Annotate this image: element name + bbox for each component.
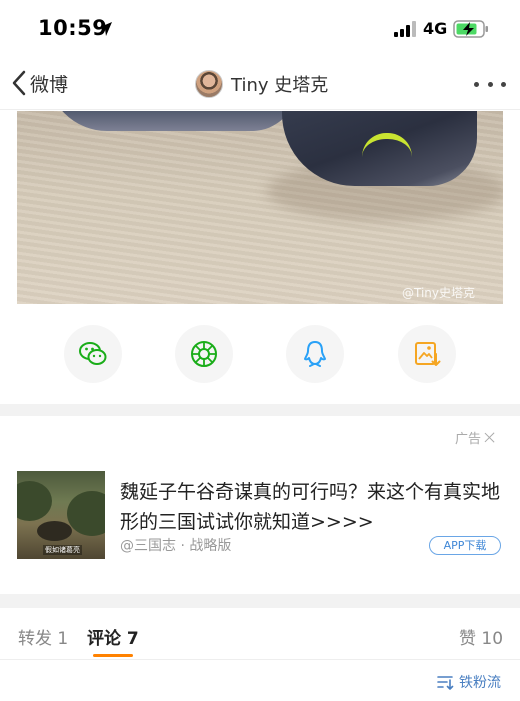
section-divider [0,404,520,416]
page-title: Tiny 史塔克 [231,75,329,96]
more-dot-icon [474,81,479,87]
comment-sort-button[interactable]: 铁粉流 [437,672,501,692]
network-type: 4G [423,19,448,38]
moments-icon [191,341,217,367]
share-qq-button[interactable] [286,325,344,383]
ad-thumbnail[interactable]: 假如诸葛亮 [17,471,105,559]
avatar[interactable] [195,70,223,98]
battery-charging-icon [453,20,488,38]
share-wechat-button[interactable] [64,325,122,383]
nav-user[interactable]: Tiny 史塔克 [195,68,328,100]
tab-comments[interactable]: 评论 7 [87,624,139,649]
more-options-button[interactable] [474,74,506,94]
ad-source[interactable]: @三国志 · 战略版 [120,535,231,555]
sort-icon [437,675,454,690]
cellular-signal-icon [394,21,416,37]
share-row [0,325,520,385]
post-image[interactable]: @Tiny史塔克 [17,111,503,304]
more-dot-icon [501,81,506,87]
save-image-icon [415,342,441,366]
section-divider [0,594,520,608]
sort-label: 铁粉流 [459,675,501,691]
share-moments-button[interactable] [175,325,233,383]
interaction-tabs: 转发 1 评论 7 赞 10 [0,608,520,660]
back-label: 微博 [30,73,69,96]
chevron-left-icon [12,70,26,96]
save-image-button[interactable] [398,325,456,383]
back-button[interactable]: 微博 [10,66,68,100]
ad-thumbnail-caption: 假如诸葛亮 [43,545,82,555]
ad-tag: 广告 [455,428,495,447]
qq-icon [304,341,326,367]
ad-tag-label: 广告 [455,432,482,447]
app-download-button[interactable]: APP下载 [429,536,501,555]
nav-bar: 微博 Tiny 史塔克 [0,56,520,110]
active-tab-indicator [93,654,133,657]
tab-likes[interactable]: 赞 10 [459,624,503,649]
image-watermark: @Tiny史塔克 [402,286,476,300]
wechat-icon [79,342,107,365]
location-arrow-icon [98,22,112,36]
more-dot-icon [487,81,493,87]
close-icon[interactable] [484,432,495,443]
ad-title[interactable]: 魏延子午谷奇谋真的可行吗？来这个有真实地形的三国试试你就知道>>>> [120,477,505,537]
status-bar: 10:59 4G [0,0,520,56]
tab-reposts[interactable]: 转发 1 [18,624,68,649]
